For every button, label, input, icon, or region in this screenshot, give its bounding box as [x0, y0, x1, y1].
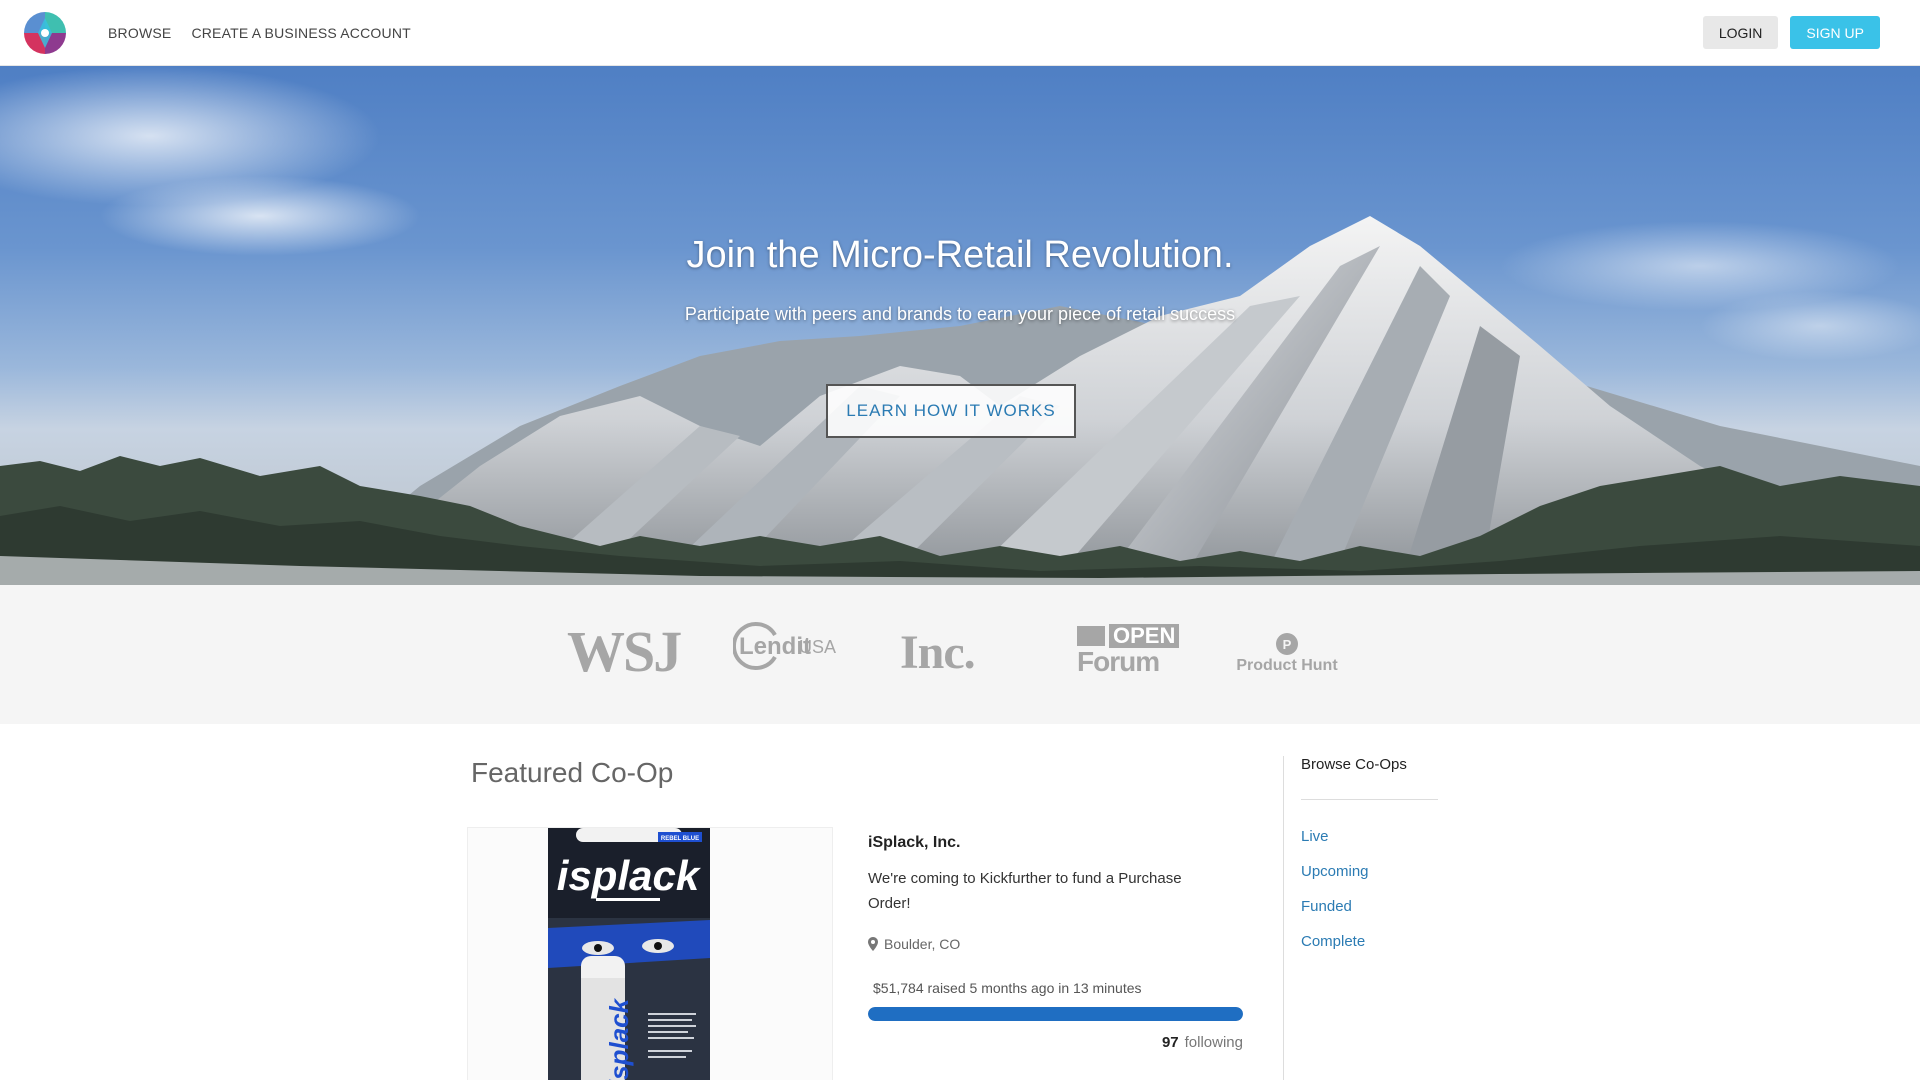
funding-progress-fill: [868, 1007, 1243, 1021]
nav-browse-link[interactable]: BROWSE: [108, 25, 171, 41]
lendit-usa-logo: Lendit USA: [733, 621, 843, 671]
login-button[interactable]: LOGIN: [1702, 16, 1779, 49]
product-hunt-logo: P Product Hunt: [1232, 633, 1342, 675]
company-description: We're coming to Kickfurther to fund a Pu…: [868, 870, 1182, 912]
funding-raised-text: $51,784 raised 5 months ago in 13 minute…: [873, 980, 1142, 996]
wsj-logo: WSJ: [567, 619, 682, 684]
sidebar-link-complete[interactable]: Complete: [1301, 933, 1365, 950]
browse-coops-heading: Browse Co-Ops: [1301, 756, 1407, 773]
company-name[interactable]: iSplack, Inc.: [868, 834, 960, 852]
hero-banner: Join the Micro-Retail Revolution. Partic…: [0, 66, 1920, 585]
following-count: 97 following: [1100, 1034, 1243, 1051]
location-text: Boulder, CO: [884, 936, 961, 952]
auth-buttons: LOGIN SIGN UP: [1702, 16, 1880, 49]
funding-progress-bar: [868, 1007, 1243, 1021]
company-location: Boulder, CO: [868, 936, 960, 952]
product-hunt-icon: P: [1276, 633, 1298, 655]
hero-title: Join the Micro-Retail Revolution.: [686, 234, 1234, 276]
sidebar-link-live[interactable]: Live: [1301, 828, 1329, 845]
package-brand-text: isplack: [557, 852, 702, 899]
featured-product-image[interactable]: REBEL BLUE isplack isplack: [467, 827, 833, 1080]
main-nav: BROWSE CREATE A BUSINESS ACCOUNT: [108, 25, 411, 41]
browse-coops-sidebar: Browse Co-Ops Live Upcoming Funded Compl…: [1283, 756, 1439, 1080]
featured-coop-heading: Featured Co-Op: [471, 757, 674, 788]
isplack-package-illustration: REBEL BLUE isplack isplack: [468, 828, 832, 1080]
map-pin-icon: [868, 937, 878, 951]
kickfurther-logo-icon[interactable]: [22, 10, 68, 56]
tube-brand-text: isplack: [604, 997, 634, 1080]
open-forum-logo: OPEN Forum: [1077, 624, 1180, 677]
following-label: following: [1184, 1034, 1243, 1051]
inc-logo: Inc.: [900, 626, 976, 679]
product-hunt-wordmark: Product Hunt: [1236, 657, 1338, 674]
mountain-background-image: [0, 66, 1920, 585]
nav-create-business-account-link[interactable]: CREATE A BUSINESS ACCOUNT: [191, 25, 410, 41]
sign-up-button[interactable]: SIGN UP: [1790, 16, 1880, 49]
amex-box-icon: [1077, 626, 1105, 646]
following-number: 97: [1161, 1034, 1179, 1051]
learn-how-it-works-button[interactable]: LEARN HOW IT WORKS: [826, 384, 1076, 438]
press-logos-strip: WSJ Lendit USA Inc. OPEN Forum P Product…: [0, 585, 1920, 724]
hero-subtitle: Participate with peers and brands to ear…: [684, 304, 1236, 324]
lendit-usa-label: USA: [799, 637, 837, 657]
sidebar-link-upcoming[interactable]: Upcoming: [1301, 863, 1369, 880]
open-forum-open-label: OPEN: [1109, 624, 1180, 648]
package-label-top: REBEL BLUE: [661, 836, 699, 842]
sidebar-divider: [1301, 799, 1438, 800]
sidebar-link-funded[interactable]: Funded: [1301, 898, 1352, 915]
open-forum-forum-label: Forum: [1077, 646, 1160, 677]
top-navigation-bar: BROWSE CREATE A BUSINESS ACCOUNT LOGIN S…: [0, 0, 1920, 66]
